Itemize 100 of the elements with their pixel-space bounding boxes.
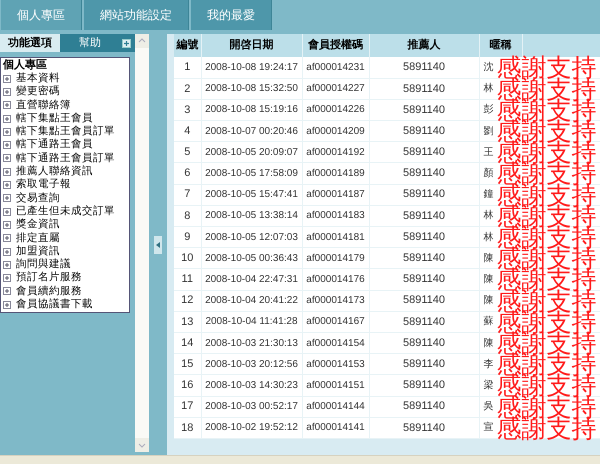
table-cell: 5891140	[369, 332, 479, 354]
table-cell: 5891140	[369, 248, 479, 269]
table-cell: af000014181	[302, 226, 369, 248]
menu-title: 個人專區	[3, 59, 48, 72]
table-cell: af000014141	[302, 417, 369, 438]
expand-icon	[3, 274, 11, 282]
table-cell: 18	[174, 417, 201, 438]
menu-item[interactable]: 會員續約服務	[3, 284, 127, 298]
table-cell: 11	[174, 268, 201, 290]
table-cell: 5	[174, 142, 201, 163]
table-cell: 10	[174, 248, 201, 269]
expand-icon	[3, 300, 11, 309]
table-cell: 13	[174, 311, 201, 332]
table-cell: 5891140	[369, 396, 479, 418]
menu-item[interactable]: 轄下通路王會員訂單	[3, 152, 127, 166]
table-cell: 陳	[484, 252, 494, 264]
menu-item[interactable]: 轄下通路王會員	[3, 138, 127, 152]
table-cell: 彭	[484, 104, 494, 116]
menu-item[interactable]: 推薦人聯絡資訊	[3, 165, 127, 178]
table-cell: af000014144	[302, 396, 369, 418]
table-cell: 陳	[484, 338, 494, 349]
table-cell: 5891140	[369, 142, 479, 163]
menu-item[interactable]: 排定直屬	[3, 232, 127, 245]
table-cell: 陳	[484, 295, 494, 306]
table-cell: af000014192	[302, 142, 369, 163]
panel-tab[interactable]: 幫助	[60, 34, 120, 52]
expand-icon	[3, 154, 11, 162]
table-cell: af000014187	[302, 184, 369, 206]
table-cell: 2008-10-05 00:36:43	[201, 248, 302, 269]
table-cell: 5891140	[369, 78, 479, 100]
table-cell: 5891140	[369, 290, 479, 312]
menu-item[interactable]: 加盟資訊	[3, 244, 127, 258]
table-cell: af000014231	[302, 57, 369, 78]
collapse-handle[interactable]	[154, 236, 162, 254]
expand-icon	[3, 287, 11, 296]
menu-item[interactable]: 交易查詢	[3, 192, 127, 205]
expand-icon	[3, 88, 11, 96]
table-cell: af000014176	[302, 268, 369, 290]
table-cell: af000014209	[302, 120, 369, 142]
menu-item[interactable]: 會員協議書下載	[3, 298, 127, 312]
collapse-icon	[156, 242, 160, 248]
table-cell: af000014151	[302, 374, 369, 396]
table-cell: 王	[484, 146, 494, 158]
table-cell: 5891140	[369, 311, 479, 332]
table-cell: 2008-10-03 21:30:13	[201, 332, 302, 354]
menu-item[interactable]: 索取電子報	[3, 178, 127, 192]
menu-item[interactable]: 預訂名片服務	[3, 271, 127, 285]
table-cell: 吳	[484, 401, 494, 412]
expand-icon[interactable]	[122, 38, 131, 48]
table-cell: 5891140	[369, 120, 479, 142]
scroll-down-icon[interactable]	[135, 438, 149, 452]
table-cell: 2008-10-04 11:41:28	[201, 311, 302, 332]
table-cell: 鐘	[484, 189, 494, 200]
table-cell: 5891140	[369, 162, 479, 184]
expand-icon	[3, 234, 11, 242]
panel-tab[interactable]: 功能選項	[0, 34, 60, 52]
menu-item[interactable]: 直營聯絡簿	[3, 98, 127, 112]
expand-icon	[3, 220, 11, 229]
table-cell: 2008-10-03 20:12:56	[201, 354, 302, 375]
expand-icon	[3, 181, 11, 190]
table-cell: af000014167	[302, 311, 369, 332]
menu-item[interactable]: 轄下集點王會員	[3, 112, 127, 126]
expand-icon	[3, 141, 11, 150]
table-cell: af000014226	[302, 99, 369, 121]
table-cell: 15	[174, 354, 201, 375]
table-cell: 6	[174, 162, 201, 184]
expand-icon	[3, 194, 11, 202]
table-cell: 9	[174, 226, 201, 248]
table-cell: af000014227	[302, 78, 369, 100]
table-cell: 陳	[484, 274, 494, 285]
menu-item[interactable]: 變更密碼	[3, 85, 127, 99]
scrollbar[interactable]	[135, 34, 149, 452]
table-cell: 2008-10-03 14:30:23	[201, 374, 302, 396]
table-cell: 2008-10-05 13:38:14	[201, 205, 302, 226]
table-cell: 4	[174, 120, 201, 142]
table-cell: 蘇	[484, 316, 494, 328]
menu-item[interactable]: 已產生但未成交訂單	[3, 204, 127, 218]
table-cell: 2008-10-04 20:41:22	[201, 290, 302, 312]
table-cell: 5891140	[369, 205, 479, 226]
table-cell: af000014183	[302, 205, 369, 226]
table-cell: 2008-10-03 00:52:17	[201, 396, 302, 418]
table-cell: 2008-10-08 15:32:50	[201, 78, 302, 100]
scroll-up-icon[interactable]	[135, 34, 149, 48]
menu-item[interactable]: 獎金資訊	[3, 218, 127, 232]
table-cell: 沈	[484, 62, 494, 73]
expand-icon	[3, 101, 11, 110]
expand-icon	[3, 208, 11, 216]
table-cell: 2008-10-08 15:19:16	[201, 99, 302, 121]
table-cell: 2008-10-04 22:47:31	[201, 268, 302, 290]
menu-item[interactable]: 詢問與建議	[3, 258, 127, 272]
table-cell: 林	[484, 210, 494, 222]
table-cell: 7	[174, 184, 201, 206]
table-cell: 17	[174, 396, 201, 418]
menu-item[interactable]: 轄下集點王會員訂單	[3, 125, 127, 138]
table-cell: 8	[174, 205, 201, 226]
table-cell: 2	[174, 78, 201, 100]
table-cell: 2008-10-05 15:47:41	[201, 184, 302, 206]
table-cell: 5891140	[369, 374, 479, 396]
table-cell: 梁	[484, 380, 494, 391]
menu-item[interactable]: 基本資料	[3, 72, 127, 86]
